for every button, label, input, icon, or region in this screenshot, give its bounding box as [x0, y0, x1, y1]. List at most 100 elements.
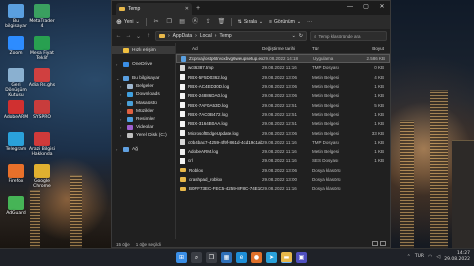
- file-row[interactable]: RBX-7AC0B472.log 29.08.2022 12:51 Metin Be…: [176, 110, 390, 119]
- sidebar-item[interactable]: › Masaüstü: [112, 99, 175, 107]
- file-type: Metin Belgesi: [312, 102, 340, 108]
- desktop-icon[interactable]: AdGuard: [2, 196, 30, 216]
- taskbar-file-explorer-icon[interactable]: ▬: [281, 252, 292, 263]
- cut-icon[interactable]: ✂: [153, 19, 160, 26]
- desktop-icon[interactable]: Firefox: [2, 164, 30, 184]
- breadcrumb-appdata[interactable]: AppData: [173, 33, 192, 39]
- column-header-name[interactable]: Ad: [176, 46, 262, 51]
- chevron-icon[interactable]: ›: [120, 117, 124, 122]
- chevron-icon[interactable]: ›: [116, 147, 120, 152]
- desktop-icon[interactable]: Google Chrome: [28, 164, 56, 189]
- taskbar-edge-icon[interactable]: e: [236, 252, 247, 263]
- file-row[interactable]: RBX-24886DA0.log 29.08.2022 13:06 Metin Be…: [176, 91, 390, 100]
- recent-locations-button[interactable]: ⌄: [135, 33, 142, 40]
- column-header-type[interactable]: Tür: [312, 46, 354, 51]
- file-row[interactable]: Zcprxaj/ostp6trvoxbvg6weupsetup.exe 29.08…: [176, 54, 390, 64]
- file-row[interactable]: RBX-5F5D0362.log 29.08.2022 13:06 Metin Be…: [176, 73, 390, 82]
- wifi-icon[interactable]: ◠: [428, 254, 432, 260]
- sidebar-item[interactable]: ⌄ Bu bilgisayar: [112, 74, 175, 82]
- sidebar-item[interactable]: › Belgeler: [112, 83, 175, 91]
- breadcrumb-local[interactable]: Local: [200, 33, 212, 39]
- chevron-icon[interactable]: ›: [120, 101, 124, 106]
- desktop-icon[interactable]: Bu bilgisayar: [2, 4, 30, 29]
- desktop-icon[interactable]: Adia Rs.ghs: [28, 68, 56, 88]
- file-row[interactable]: Roblox 29.08.2022 13:06 Dosya klasörü: [176, 166, 390, 175]
- chevron-icon[interactable]: ›: [120, 125, 124, 130]
- sidebar-item[interactable]: › OneDrive: [112, 60, 175, 68]
- column-header-date[interactable]: Değiştirme tarihi: [262, 46, 312, 51]
- forward-button[interactable]: →: [125, 33, 132, 39]
- sidebar-item[interactable]: › Müzikler: [112, 107, 175, 115]
- chevron-icon[interactable]: ›: [116, 62, 120, 67]
- file-row[interactable]: RBX-AC4ED30D.log 29.08.2022 13:06 Metin Be…: [176, 82, 390, 91]
- refresh-icon[interactable]: ↻: [299, 33, 303, 39]
- tab-temp[interactable]: Temp ✕: [116, 3, 192, 15]
- file-row[interactable]: RBX-3164B0AA.log 29.08.2022 12:51 Metin Be…: [176, 119, 390, 128]
- new-button[interactable]: ⊕ Yeni ⌄: [116, 18, 140, 26]
- chevron-icon[interactable]: ›: [120, 92, 124, 97]
- desktop-icon[interactable]: SYSPRO: [28, 100, 56, 120]
- minimize-button[interactable]: —: [342, 1, 358, 13]
- new-tab-button[interactable]: +: [196, 5, 200, 12]
- chevron-icon[interactable]: ›: [120, 133, 124, 138]
- column-header-size[interactable]: Boyut: [354, 46, 384, 51]
- file-icon: [180, 157, 185, 164]
- file-row[interactable]: MicrosoftEdgeUpdate.log 29.08.2022 13:06 M…: [176, 128, 390, 137]
- sidebar-item[interactable]: Hızlı erişim: [112, 46, 175, 55]
- share-icon[interactable]: ⇪: [205, 19, 212, 26]
- search-input[interactable]: ⌕ Temp klasöründe ara: [310, 31, 387, 41]
- view-button[interactable]: ≡ Görünüm ⌄: [269, 19, 301, 25]
- file-row[interactable]: c0b4bac7-4259-4f9f-861d-4cd19c1ab91e...2…: [176, 138, 390, 147]
- taskbar-widgets-icon[interactable]: ▦: [221, 252, 232, 263]
- more-options-button[interactable]: ⋯: [307, 19, 312, 25]
- desktop-icon[interactable]: MetaTrader 4: [28, 4, 56, 29]
- sidebar-item[interactable]: › Downloads: [112, 91, 175, 99]
- sidebar-item[interactable]: › Resimler: [112, 115, 175, 123]
- file-row[interactable]: crashpad_roblox 29.08.2022 13:00 Dosya kla…: [176, 175, 390, 184]
- file-row[interactable]: crl 29.08.2022 11:16 SES Dosyası 1 KB: [176, 156, 390, 165]
- app-icon: [34, 68, 50, 82]
- sort-button[interactable]: ⇅ Sırala ⌄: [238, 19, 263, 25]
- chevron-down-icon[interactable]: ⌄: [292, 33, 296, 39]
- file-row[interactable]: RBX-7AF0A53D.log 29.08.2022 12:51 Metin Be…: [176, 100, 390, 109]
- close-button[interactable]: ✕: [374, 1, 390, 13]
- taskbar-search-icon[interactable]: ⌕: [191, 252, 202, 263]
- file-row[interactable]: B0FF73EC-FEC5-4259-8F8C-74E10E8C21D929.0…: [176, 184, 390, 193]
- taskbar-store-icon[interactable]: ▣: [296, 252, 307, 263]
- desktop-icon[interactable]: Telegram: [2, 132, 30, 152]
- tab-close-icon[interactable]: ✕: [185, 6, 189, 12]
- breadcrumb-temp[interactable]: Temp: [219, 33, 231, 39]
- chevron-icon[interactable]: ›: [120, 84, 124, 89]
- chevron-down-icon: ⌄: [135, 19, 140, 25]
- paste-icon[interactable]: ▤: [179, 19, 186, 26]
- file-row[interactable]: wct6387.tmp 29.08.2022 11:16 TMP Dosyası 0 …: [176, 63, 390, 72]
- sidebar-item[interactable]: › Ağ: [112, 146, 175, 154]
- back-button[interactable]: ←: [115, 33, 122, 39]
- up-button[interactable]: ↑: [145, 33, 152, 39]
- sidebar-item[interactable]: › Videolar: [112, 124, 175, 132]
- rename-icon[interactable]: Ⓐ: [192, 19, 199, 26]
- sidebar-item[interactable]: › Yerel Disk (C:): [112, 132, 175, 140]
- tiles-view-button[interactable]: [380, 241, 386, 246]
- chevron-up-icon[interactable]: ⌃: [407, 254, 411, 260]
- desktop-icon[interactable]: Geri Dönüşüm Kutusu: [2, 68, 30, 98]
- delete-icon[interactable]: 🗑: [218, 19, 226, 26]
- details-view-button[interactable]: [372, 241, 378, 246]
- taskbar-telegram-icon[interactable]: ➤: [266, 252, 277, 263]
- taskbar-firefox-icon[interactable]: ●: [251, 252, 262, 263]
- language-indicator[interactable]: TUR: [415, 254, 424, 259]
- taskbar-start-icon[interactable]: ⊞: [176, 252, 187, 263]
- desktop-icon[interactable]: Arazi Bilgisi Hakkında: [28, 132, 56, 157]
- desktop-icon[interactable]: Mesa Fiyat Teklif: [28, 36, 56, 61]
- chevron-icon[interactable]: ⌄: [116, 76, 120, 81]
- address-bar[interactable]: › AppData › Local › Temp ⌄ ↻: [155, 31, 307, 41]
- chevron-icon[interactable]: ›: [120, 109, 124, 114]
- copy-icon[interactable]: ❐: [166, 19, 173, 26]
- taskbar-task-view-icon[interactable]: ❐: [206, 252, 217, 263]
- desktop-icon[interactable]: Zoom: [2, 36, 30, 56]
- file-row[interactable]: AdobeARM.log 29.08.2022 11:16 Metin Belges…: [176, 147, 390, 156]
- maximize-button[interactable]: ▢: [358, 1, 374, 13]
- clock[interactable]: 14:27 29.08.2022: [444, 251, 470, 262]
- volume-icon[interactable]: ◁: [436, 254, 440, 260]
- desktop-icon[interactable]: AdobeARM: [2, 100, 30, 120]
